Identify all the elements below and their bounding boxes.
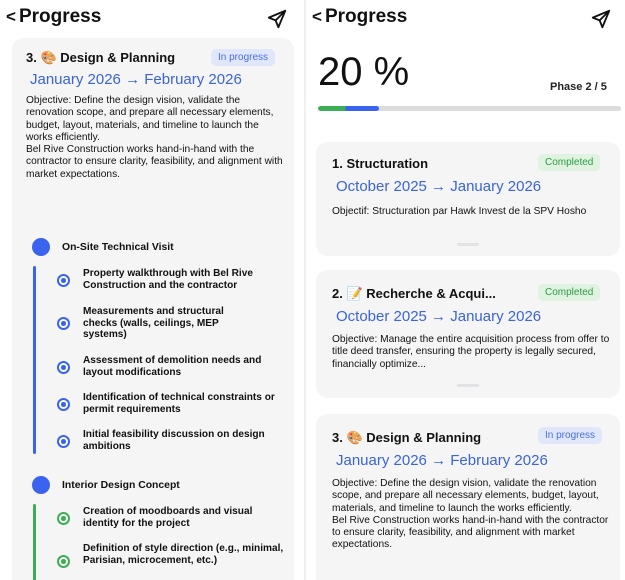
status-badge: In progress <box>538 427 603 444</box>
phase-objective: Objective: Define the design vision, val… <box>332 478 609 551</box>
phase-objective: Objective: Manage the entire acquisition… <box>332 334 610 370</box>
step-radio-icon[interactable] <box>57 274 70 287</box>
milestone-line <box>33 266 36 454</box>
drag-handle[interactable] <box>457 243 479 246</box>
right-screen: < Progress 20 % Phase 2 / 5 1. Structura… <box>306 0 625 580</box>
step-text: Definition of style direction (e.g., min… <box>83 543 284 566</box>
send-icon[interactable] <box>266 8 288 30</box>
phase-objective: Objective: Define the design vision, val… <box>26 95 283 180</box>
milestone-dot <box>32 476 50 494</box>
status-badge: Completed <box>538 154 601 171</box>
left-phase-card[interactable]: 3. 🎨 Design & Planning In progress Janua… <box>12 38 294 580</box>
phase-indicator: Phase 2 / 5 <box>550 81 607 93</box>
step-radio-icon[interactable] <box>57 361 70 374</box>
phase-title: 1. Structuration <box>332 156 429 171</box>
progress-percent: 20 % <box>318 50 410 94</box>
step-radio-icon[interactable] <box>57 435 70 448</box>
step-text: Property walkthrough with Bel Rive Const… <box>83 268 253 291</box>
step-radio-icon[interactable] <box>57 317 70 330</box>
phase-dates: January 2026 → February 2026 <box>336 452 548 469</box>
phase-card[interactable]: 1. Structuration Completed October 2025 … <box>316 142 620 256</box>
milestone-title: On-Site Technical Visit <box>62 242 174 253</box>
step-text: Measurements and structural checks (wall… <box>83 306 224 341</box>
drag-handle[interactable] <box>457 384 479 387</box>
right-back-button[interactable]: < Progress <box>312 6 407 28</box>
step-radio-icon[interactable] <box>57 512 70 525</box>
step-text: Initial feasibility discussion on design… <box>83 429 265 452</box>
left-screen: < Progress 3. 🎨 Design & Planning In pro… <box>0 0 304 580</box>
left-back-button[interactable]: < Progress <box>6 6 101 28</box>
phase-title: 3. 🎨 Design & Planning <box>332 430 482 445</box>
step-radio-icon[interactable] <box>57 398 70 411</box>
chevron-left-icon: < <box>6 7 16 26</box>
left-page-title: Progress <box>18 6 102 27</box>
phase-dates: October 2025 → January 2026 <box>336 308 542 325</box>
phase-card[interactable]: 2. 📝 Recherche & Acqui... Completed Octo… <box>316 270 620 398</box>
milestone-line <box>33 504 36 580</box>
phase-card[interactable]: 3. 🎨 Design & Planning In progress Janua… <box>316 414 620 580</box>
right-topbar: < Progress <box>306 6 625 32</box>
step-text: Creation of moodboards and visual identi… <box>83 506 253 529</box>
phase-dates: January 2026 → February 2026 <box>30 71 242 88</box>
phase-title: 2. 📝 Recherche & Acqui... <box>332 286 496 301</box>
send-icon[interactable] <box>590 8 612 30</box>
step-text: Identification of technical constraints … <box>83 392 275 415</box>
progress-bar <box>318 106 621 111</box>
progress-bar-fill <box>318 106 379 111</box>
left-topbar: < Progress <box>0 6 304 32</box>
milestone-dot <box>32 238 50 256</box>
status-badge: In progress <box>211 49 276 66</box>
milestone-title: Interior Design Concept <box>62 480 180 491</box>
phase-objective: Objectif: Structuration par Hawk Invest … <box>332 206 587 217</box>
chevron-left-icon: < <box>312 7 322 26</box>
phase-dates: October 2025 → January 2026 <box>336 178 542 195</box>
step-text: Assessment of demolition needs and layou… <box>83 355 262 378</box>
status-badge: Completed <box>538 284 601 301</box>
right-page-title: Progress <box>324 6 408 27</box>
step-radio-icon[interactable] <box>57 555 70 568</box>
phase-title: 3. 🎨 Design & Planning <box>26 50 176 65</box>
